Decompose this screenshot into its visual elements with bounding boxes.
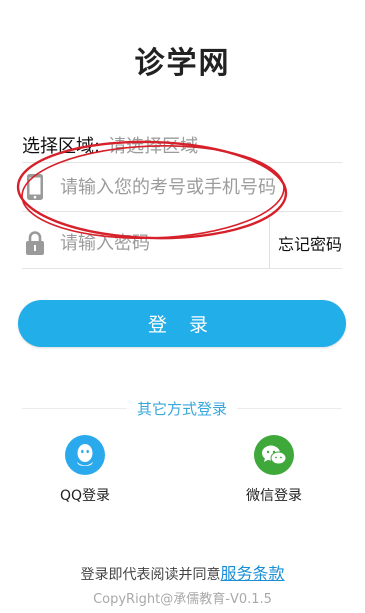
region-label: 选择区域: [22,136,101,157]
account-input[interactable] [58,175,342,199]
other-login-divider: 其它方式登录 [22,398,343,419]
region-selector[interactable]: 选择区域: 请选择区域 [22,128,342,163]
lock-icon [22,228,48,258]
region-placeholder[interactable]: 请选择区域 [108,132,198,158]
phone-icon [22,172,48,202]
wechat-login-button[interactable]: 微信登录 [229,435,319,505]
agreement-text: 登录即代表阅读并同意服务条款 [0,560,365,584]
qq-icon[interactable] [65,435,105,475]
qq-login-button[interactable]: QQ登录 [40,435,130,505]
forgot-password-link[interactable]: 忘记密码 [268,218,342,268]
divider-line-right [237,408,343,409]
wechat-login-label: 微信登录 [246,488,302,504]
terms-of-service-link[interactable]: 服务条款 [220,564,284,583]
password-row: 忘记密码 [22,218,342,269]
copyright-text: CopyRight@承儒教育-V0.1.5 [93,592,272,607]
account-row [22,163,342,212]
divider-line-left [22,408,127,409]
password-input[interactable] [58,231,269,255]
login-button[interactable]: 登 录 [18,300,346,347]
wechat-icon[interactable] [254,435,294,475]
qq-login-label: QQ登录 [59,488,111,504]
app-title: 诊学网 [134,46,231,81]
agreement-prefix: 登录即代表阅读并同意 [80,567,221,583]
other-login-heading: 其它方式登录 [137,400,228,418]
